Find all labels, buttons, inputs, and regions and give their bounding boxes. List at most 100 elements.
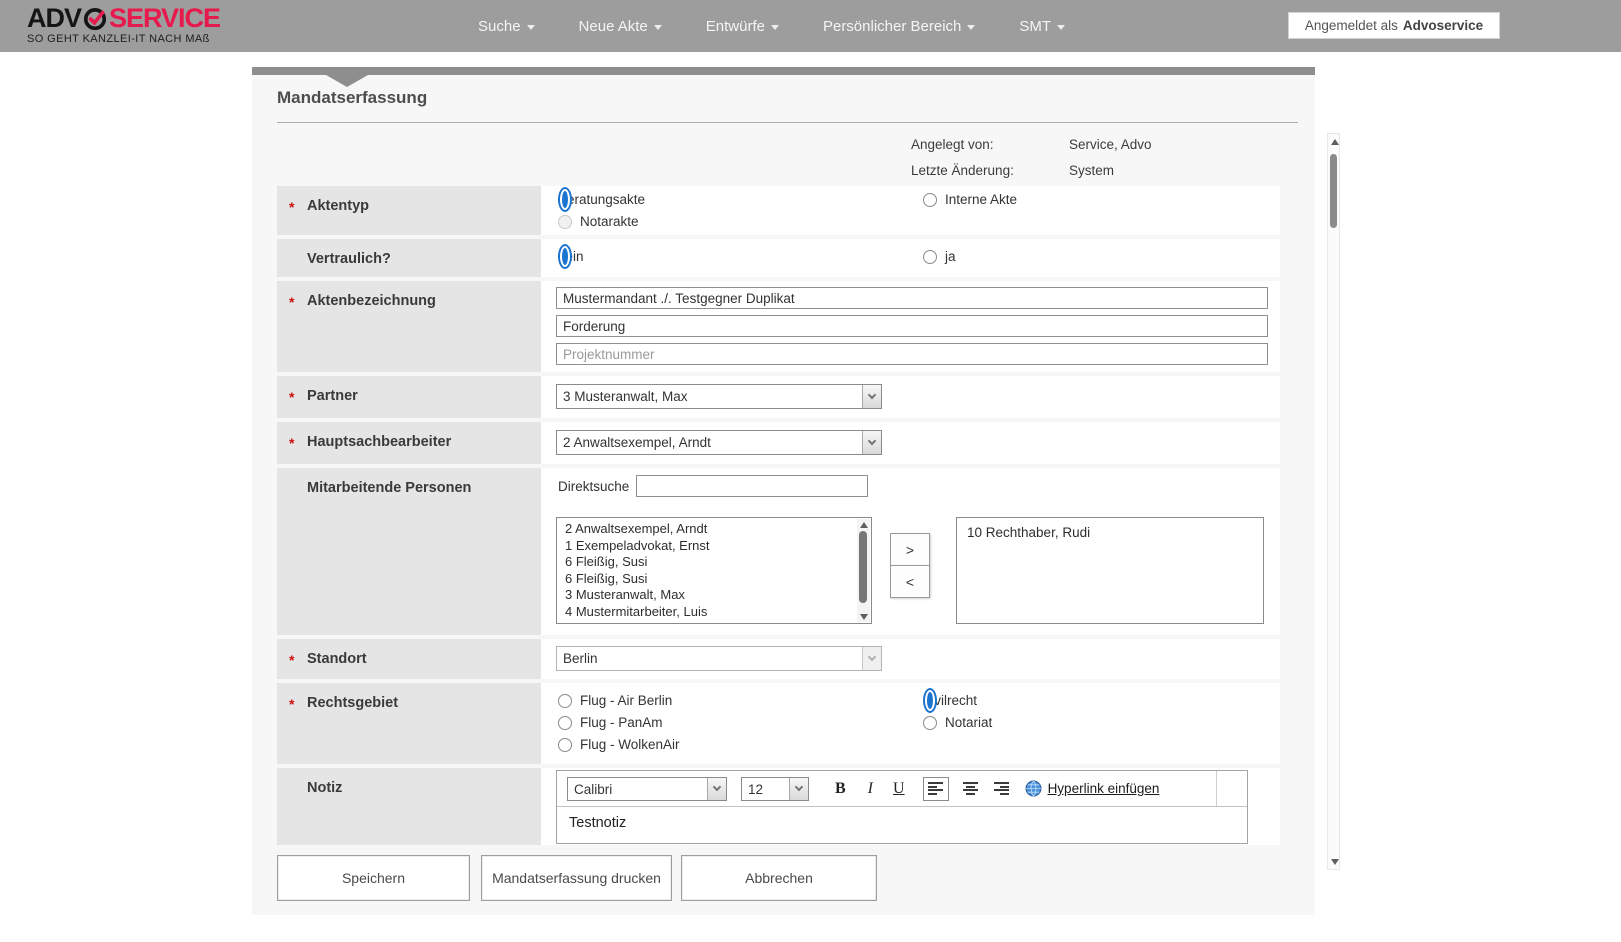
nav-neue-akte[interactable]: Neue Akte: [579, 18, 662, 35]
radio-unselected-icon: [558, 716, 572, 730]
row-standort: * Standort Berlin: [277, 639, 1280, 679]
dropdown-arrow-icon: [862, 385, 881, 408]
row-vertraulich: Vertraulich? nein ja: [277, 239, 1280, 277]
nav-suche[interactable]: Suche: [478, 18, 535, 35]
radio-flug-panam[interactable]: Flug - PanAm: [558, 715, 663, 730]
radio-unselected-icon: [558, 738, 572, 752]
radio-unselected-icon: [558, 694, 572, 708]
scrollbar-thumb[interactable]: [1330, 154, 1337, 228]
radio-notarakte: Notarakte: [558, 214, 639, 229]
radio-vertraulich-nein[interactable]: nein: [558, 249, 584, 264]
radio-notariat[interactable]: Notariat: [923, 715, 992, 730]
radio-beratungsakte[interactable]: Beratungsakte: [558, 192, 645, 207]
list-item[interactable]: 4 Mustermitarbeiter, Luis: [565, 604, 856, 621]
row-rechtsgebiet: * Rechtsgebiet Flug - Air Berlin Flug - …: [277, 683, 1280, 764]
title-divider: [277, 122, 1298, 123]
radio-flug-wolkenair[interactable]: Flug - WolkenAir: [558, 737, 680, 752]
save-button[interactable]: Speichern: [277, 855, 470, 901]
row-hauptsachbearbeiter: * Hauptsachbearbeiter 2 Anwaltsexempel, …: [277, 422, 1280, 464]
toolbar-divider: [1216, 771, 1217, 806]
radio-vertraulich-ja[interactable]: ja: [923, 249, 956, 264]
notiz-content[interactable]: Testnotiz: [557, 807, 1247, 839]
font-size-select[interactable]: 12: [741, 777, 809, 801]
record-meta-row: Angelegt von: Service, Advo Letzte Änder…: [277, 133, 1280, 182]
font-family-select[interactable]: Calibri: [567, 777, 727, 801]
list-scrollbar[interactable]: [857, 519, 870, 622]
chevron-down-icon: [967, 25, 975, 30]
nav-entwuerfe[interactable]: Entwürfe: [706, 18, 779, 35]
align-right-button[interactable]: [994, 782, 1009, 795]
radio-selected-icon: [923, 688, 937, 713]
notiz-editor: Calibri 12 B I U: [556, 770, 1248, 844]
dropdown-arrow-icon: [707, 778, 726, 800]
list-item[interactable]: 10 Rechthaber, Rudi: [967, 525, 1263, 542]
move-right-button[interactable]: >: [890, 533, 930, 566]
row-aktenbezeichnung: * Aktenbezeichnung: [277, 281, 1280, 372]
dropdown-arrow-icon: [862, 647, 881, 670]
radio-selected-icon: [558, 187, 572, 212]
nav-smt[interactable]: SMT: [1019, 18, 1065, 35]
chevron-down-icon: [654, 25, 662, 30]
aktenbezeichnung-zeile1-input[interactable]: [556, 287, 1268, 309]
direktsuche-input[interactable]: [636, 475, 868, 497]
row-partner: * Partner 3 Musteranwalt, Max: [277, 376, 1280, 418]
app-header: ADV SERVICE SO GEHT KANZLEI-IT NACH MAß S…: [0, 0, 1621, 52]
scroll-up-icon[interactable]: [857, 519, 870, 530]
radio-disabled-icon: [558, 215, 572, 229]
mandate-form-panel: Mandatserfassung Angelegt von: Service, …: [252, 75, 1315, 915]
available-persons-list[interactable]: 2 Anwaltsexempel, Arndt 1 Exempeladvokat…: [556, 517, 872, 624]
aktenbezeichnung-zeile2-input[interactable]: [556, 315, 1268, 337]
radio-unselected-icon: [923, 716, 937, 730]
radio-interne-akte[interactable]: Interne Akte: [923, 192, 1017, 207]
move-left-button[interactable]: <: [890, 565, 930, 598]
hauptsachbearbeiter-select[interactable]: 2 Anwaltsexempel, Arndt: [556, 430, 882, 455]
bold-button[interactable]: B: [835, 780, 846, 798]
scroll-down-icon[interactable]: [1328, 856, 1341, 867]
partner-select[interactable]: 3 Musteranwalt, Max: [556, 384, 882, 409]
form-scrollbar[interactable]: [1327, 133, 1340, 870]
advoservice-logo: ADV SERVICE SO GEHT KANZLEI-IT NACH MAß: [27, 4, 220, 45]
radio-flug-air-berlin[interactable]: Flug - Air Berlin: [558, 693, 672, 708]
chevron-down-icon: [771, 25, 779, 30]
row-notiz: Notiz Calibri 12 B: [277, 768, 1280, 845]
logo-text-right: SERVICE: [109, 4, 220, 32]
logo-text-left: ADV: [27, 4, 81, 32]
print-button[interactable]: Mandatserfassung drucken: [481, 855, 672, 901]
radio-selected-icon: [558, 244, 572, 269]
italic-button[interactable]: I: [868, 780, 873, 798]
align-left-icon: [928, 782, 943, 795]
direktsuche-label: Direktsuche: [558, 479, 629, 494]
dropdown-arrow-icon: [862, 431, 881, 454]
list-item[interactable]: 6 Fleißig, Susi: [565, 554, 856, 571]
row-aktentyp: * Aktentyp Beratungsakte Notarakte Inter…: [277, 186, 1280, 235]
radio-zivilrecht[interactable]: Zivilrecht: [923, 693, 977, 708]
insert-hyperlink-button[interactable]: Hyperlink einfügen: [1048, 781, 1160, 796]
align-center-button[interactable]: [963, 782, 978, 795]
logged-in-badge: Angemeldet als Advoservice: [1288, 12, 1500, 39]
assigned-persons-list[interactable]: 10 Rechthaber, Rudi: [956, 517, 1264, 624]
align-left-button[interactable]: [923, 777, 949, 801]
app-window: ADV SERVICE SO GEHT KANZLEI-IT NACH MAß S…: [0, 0, 1621, 942]
last-changed-label: Letzte Änderung:: [911, 163, 1014, 178]
nav-persoenlicher-bereich[interactable]: Persönlicher Bereich: [823, 18, 975, 35]
logo-tagline: SO GEHT KANZLEI-IT NACH MAß: [27, 33, 220, 45]
page-title: Mandatserfassung: [277, 88, 427, 108]
scroll-up-icon[interactable]: [1328, 136, 1341, 147]
list-item[interactable]: 1 Exempeladvokat, Ernst: [565, 538, 856, 555]
standort-select: Berlin: [556, 646, 882, 671]
row-mitarbeitende-personen: Mitarbeitende Personen Direktsuche 2 Anw…: [277, 468, 1280, 635]
created-by-value: Service, Advo: [1069, 137, 1152, 152]
list-item[interactable]: 6 Fleißig, Susi: [565, 571, 856, 588]
dropdown-arrow-icon: [789, 778, 808, 800]
underline-button[interactable]: U: [893, 780, 905, 798]
list-item[interactable]: 3 Musteranwalt, Max: [565, 587, 856, 604]
scroll-down-icon[interactable]: [857, 611, 870, 622]
projektnummer-input[interactable]: [556, 343, 1268, 365]
created-by-label: Angelegt von:: [911, 137, 994, 152]
scrollbar-thumb[interactable]: [859, 531, 867, 603]
globe-hyperlink-icon: [1025, 780, 1042, 797]
form-actions: Speichern Mandatserfassung drucken Abbre…: [277, 855, 1280, 901]
radio-unselected-icon: [923, 250, 937, 264]
list-item[interactable]: 2 Anwaltsexempel, Arndt: [565, 521, 856, 538]
cancel-button[interactable]: Abbrechen: [681, 855, 877, 901]
